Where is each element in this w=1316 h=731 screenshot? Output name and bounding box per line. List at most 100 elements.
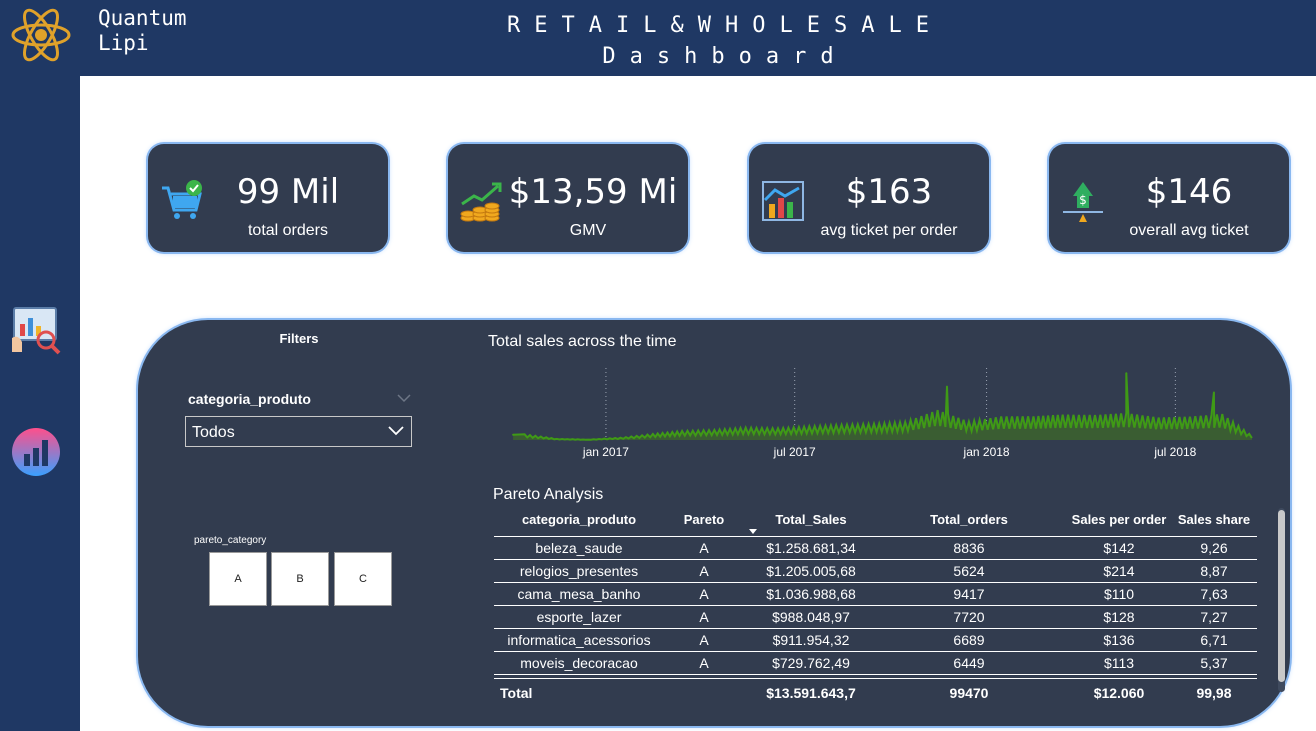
pareto-table-title: Pareto Analysis	[493, 486, 604, 503]
scrollbar-thumb[interactable]	[1278, 510, 1285, 682]
table-row: cama_mesa_banho A $1.036.988,68 9417 $11…	[494, 583, 1257, 606]
table-cell: A	[699, 540, 709, 556]
kpi-value: 99 Mil	[236, 172, 340, 212]
kpi-card-avg-ticket-per-order: $163 avg ticket per order	[749, 144, 989, 252]
x-tick-label: jul 2018	[1153, 445, 1196, 459]
table-row: relogios_presentes A $1.205.005,68 5624 …	[494, 560, 1257, 583]
table-cell: A	[699, 632, 709, 648]
kpi-label: overall avg ticket	[1129, 222, 1249, 239]
table-cell: 5,37	[1200, 655, 1228, 671]
chevron-down-icon[interactable]	[396, 392, 412, 404]
total-cell: 99470	[949, 685, 989, 701]
table-total-row: Total $13.591.643,7 99470 $12.060 99,98	[494, 678, 1257, 703]
pareto-category-label: pareto_category	[194, 535, 267, 546]
table-row: moveis_decoracao A $729.762,49 6449 $113…	[494, 652, 1257, 675]
brand-line-2: Lipi	[98, 31, 149, 55]
x-tick-label: jan 2018	[963, 445, 1010, 459]
brand-line-1: Quantum	[98, 6, 187, 30]
kpi-label: avg ticket per order	[820, 222, 958, 239]
table-cell: $113	[1103, 655, 1135, 671]
total-cell: 99,98	[1196, 685, 1232, 701]
kpi-card-overall-avg-ticket: $ $146 overall avg ticket	[1049, 144, 1289, 252]
table-cell: 5624	[953, 563, 985, 579]
column-header[interactable]: Sales share	[1174, 509, 1254, 531]
total-cell: $13.591.643,7	[766, 685, 856, 701]
column-header[interactable]: Total_Sales	[756, 509, 866, 531]
table-cell: 7,63	[1200, 586, 1228, 602]
table-cell: 9417	[953, 586, 985, 602]
table-cell: cama_mesa_banho	[517, 586, 641, 602]
filters-title: Filters	[279, 331, 319, 346]
table-cell: A	[699, 563, 709, 579]
table-cell: $988.048,97	[772, 609, 850, 625]
category-dropdown[interactable]: Todos	[185, 416, 412, 447]
table-cell: moveis_decoracao	[520, 655, 638, 671]
table-cell: 7720	[953, 609, 985, 625]
sales-peak-point	[945, 385, 948, 388]
kpi-label: total orders	[247, 222, 329, 239]
table-cell: beleza_saude	[535, 540, 623, 556]
table-cell: 7,27	[1200, 609, 1228, 625]
table-cell: $110	[1103, 586, 1135, 602]
dashboard-title-line-2: Dashboard	[602, 44, 848, 69]
table-cell: 8836	[953, 540, 985, 556]
table-cell: informatica_acessorios	[507, 632, 651, 648]
chart-title: Total sales across the time	[488, 333, 677, 350]
sidebar	[0, 76, 80, 731]
table-cell: $729.762,49	[772, 655, 850, 671]
table-cell: $1.036.988,68	[766, 586, 856, 602]
table-cell: 8,87	[1200, 563, 1228, 579]
column-header[interactable]: Sales per order	[1054, 509, 1184, 531]
column-header[interactable]: Total_orders	[894, 509, 1044, 531]
pareto-filter-a-button[interactable]: A	[209, 552, 267, 606]
sort-descending-icon[interactable]	[749, 529, 757, 534]
svg-text:$: $	[1079, 193, 1087, 207]
table-row: informatica_acessorios A $911.954,32 668…	[494, 629, 1257, 652]
table-cell: A	[699, 655, 709, 671]
kpi-value: $163	[845, 172, 933, 212]
table-cell: 9,26	[1200, 540, 1228, 556]
top-bar: Quantum Lipi RETAIL&WHOLESALE Dashboard	[0, 0, 1316, 76]
table-cell: relogios_presentes	[519, 563, 639, 579]
table-header-row: categoria_produto Pareto Total_Sales Tot…	[494, 509, 1257, 537]
sales-peak-point	[1125, 372, 1128, 375]
chevron-down-icon	[388, 426, 404, 436]
table-scrollbar[interactable]	[1278, 508, 1285, 692]
table-cell: $1.258.681,34	[766, 540, 856, 556]
column-header[interactable]: Pareto	[674, 509, 734, 531]
kpi-card-total-orders: 99 Mil total orders	[148, 144, 388, 252]
category-filter-label: categoria_produto	[188, 391, 311, 407]
sales-peak-point	[1212, 391, 1215, 394]
pareto-table: categoria_produto Pareto Total_Sales Tot…	[494, 509, 1258, 703]
total-cell: Total	[500, 685, 533, 701]
kpi-value: $13,59 Mi	[508, 172, 678, 212]
table-cell: A	[699, 609, 709, 625]
kpi-card-gmv: $13,59 Mi GMV	[448, 144, 688, 252]
table-row: esporte_lazer A $988.048,97 7720 $128 7,…	[494, 606, 1257, 629]
table-cell: $1.205.005,68	[766, 563, 856, 579]
x-tick-label: jul 2017	[773, 445, 816, 459]
kpi-label: GMV	[569, 222, 607, 239]
table-cell: $136	[1103, 632, 1135, 648]
kpi-value: $146	[1145, 172, 1233, 212]
column-header[interactable]: categoria_produto	[494, 509, 664, 531]
sales-peak-point	[512, 433, 515, 436]
pareto-filter-b-button[interactable]: B	[271, 552, 329, 606]
sales-time-chart: jan 2017 jul 2017 jan 2018 jul 2018	[512, 368, 1253, 459]
category-dropdown-value: Todos	[192, 424, 235, 441]
table-cell: A	[699, 586, 709, 602]
table-row: beleza_saude A $1.258.681,34 8836 $142 9…	[494, 537, 1257, 560]
table-cell: 6449	[953, 655, 985, 671]
x-tick-label: jan 2017	[582, 445, 629, 459]
table-cell: 6,71	[1200, 632, 1228, 648]
dashboard-title: RETAIL&WHOLESALE Dashboard	[420, 10, 1030, 72]
bar-chart-icon[interactable]	[10, 426, 62, 478]
table-cell: $128	[1103, 609, 1135, 625]
dashboard-title-line-1: RETAIL&WHOLESALE	[507, 13, 943, 38]
pareto-filter-c-button[interactable]: C	[334, 552, 392, 606]
table-cell: $142	[1103, 540, 1135, 556]
brand-name: Quantum Lipi	[98, 6, 187, 56]
total-cell: $12.060	[1093, 685, 1145, 701]
table-cell: $911.954,32	[772, 632, 850, 648]
report-search-icon[interactable]	[10, 304, 62, 356]
